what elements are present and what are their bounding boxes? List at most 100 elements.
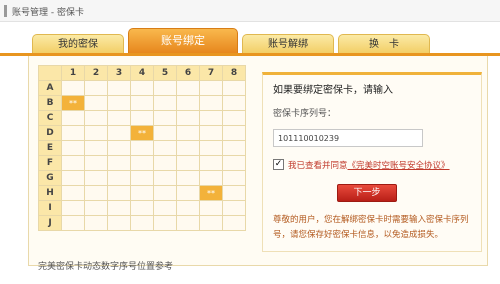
grid-cell — [107, 140, 131, 156]
grid-cell — [61, 200, 85, 216]
form-title: 如果要绑定密保卡，请输入 — [273, 85, 393, 96]
grid-cell — [199, 155, 223, 171]
grid-cell — [222, 200, 246, 216]
grid-cell — [153, 110, 177, 126]
grid-cell — [61, 170, 85, 186]
grid-cell — [153, 95, 177, 111]
grid-cell — [61, 140, 85, 156]
grid-cell — [130, 155, 154, 171]
grid-cell — [130, 200, 154, 216]
grid-cell — [222, 155, 246, 171]
grid-row-header: H — [38, 185, 62, 201]
grid-cell — [222, 125, 246, 141]
agree-prefix: 我已查看并同意 — [288, 161, 348, 171]
grid-cell — [61, 125, 85, 141]
grid-row: D ** — [38, 125, 246, 141]
grid-cell — [61, 185, 85, 201]
grid-cell — [107, 95, 131, 111]
grid-cell — [84, 170, 108, 186]
grid-corner — [38, 65, 62, 81]
agree-text: 我已查看并同意《完美时空账号安全协议》 — [288, 159, 450, 171]
grid-cell — [130, 170, 154, 186]
grid-column-header: 1 — [61, 65, 85, 81]
grid-row: F — [38, 155, 246, 171]
grid-row-header: B — [38, 95, 62, 111]
grid-column-header: 3 — [107, 65, 131, 81]
grid-cell — [130, 95, 154, 111]
grid-row-header: I — [38, 200, 62, 216]
agree-checkbox[interactable]: ✓ — [273, 159, 284, 170]
grid-cell — [61, 80, 85, 96]
grid-cell — [176, 215, 200, 231]
grid-cell — [107, 200, 131, 216]
grid-cell — [176, 200, 200, 216]
grid-cell — [130, 215, 154, 231]
grid-row-header: A — [38, 80, 62, 96]
grid-row: A — [38, 80, 246, 96]
grid-cell — [176, 170, 200, 186]
grid-cell — [176, 95, 200, 111]
grid-cell — [176, 80, 200, 96]
grid-row-header: C — [38, 110, 62, 126]
grid-cell — [84, 80, 108, 96]
agreement-link[interactable]: 《完美时空账号安全协议》 — [348, 161, 450, 171]
grid-cell — [107, 155, 131, 171]
grid-cell — [222, 80, 246, 96]
grid-cell — [84, 185, 108, 201]
grid-cell — [153, 170, 177, 186]
grid-cell — [107, 215, 131, 231]
grid-row: G — [38, 170, 246, 186]
grid-cell — [176, 140, 200, 156]
grid-cell — [199, 140, 223, 156]
tab-change-card[interactable]: 换 卡 — [338, 34, 430, 54]
grid-row-header: E — [38, 140, 62, 156]
grid-cell — [222, 110, 246, 126]
grid-header-row: 12345678 — [38, 65, 246, 81]
grid-column-header: 5 — [153, 65, 177, 81]
tab-account-bind[interactable]: 账号绑定 — [128, 28, 238, 54]
grid-row: I — [38, 200, 246, 216]
grid-cell — [153, 185, 177, 201]
security-card-grid: 1 2 3 4 5 6 7 8 A B ** C D ** E F G H ** I J — [38, 65, 246, 231]
grid-cell — [199, 95, 223, 111]
grid-cell — [107, 80, 131, 96]
grid-column-header: 7 — [199, 65, 223, 81]
grid-cell — [222, 140, 246, 156]
grid-cell — [199, 215, 223, 231]
grid-row: J — [38, 215, 246, 231]
grid-cell — [61, 110, 85, 126]
breadcrumb: 账号管理 - 密保卡 — [12, 8, 84, 18]
grid-cell — [176, 185, 200, 201]
grid-row: B ** — [38, 95, 246, 111]
next-button[interactable]: 下一步 — [337, 184, 397, 202]
grid-cell — [84, 125, 108, 141]
grid-cell — [176, 110, 200, 126]
grid-cell — [199, 80, 223, 96]
grid-cell — [153, 200, 177, 216]
grid-cell — [84, 200, 108, 216]
grid-column-header: 2 — [84, 65, 108, 81]
grid-cell — [130, 140, 154, 156]
grid-cell — [176, 155, 200, 171]
grid-cell — [199, 125, 223, 141]
breadcrumb-bar: 账号管理 - 密保卡 — [0, 0, 500, 22]
grid-row-header: D — [38, 125, 62, 141]
grid-cell — [107, 125, 131, 141]
grid-cell — [153, 155, 177, 171]
grid-cell-highlighted: ** — [199, 185, 223, 201]
grid-cell — [84, 155, 108, 171]
grid-cell — [84, 110, 108, 126]
grid-row-header: G — [38, 170, 62, 186]
tab-bar: 我的密保 账号绑定 账号解绑 换 卡 — [0, 26, 500, 54]
grid-cell-highlighted: ** — [130, 125, 154, 141]
grid-row-header: F — [38, 155, 62, 171]
tab-my-security[interactable]: 我的密保 — [32, 34, 124, 54]
serial-input[interactable] — [273, 129, 423, 147]
grid-row: E — [38, 140, 246, 156]
grid-cell — [84, 140, 108, 156]
grid-column-header: 8 — [222, 65, 246, 81]
tab-account-unbind[interactable]: 账号解绑 — [242, 34, 334, 54]
grid-cell — [176, 125, 200, 141]
grid-cell — [153, 140, 177, 156]
grid-cell — [107, 185, 131, 201]
